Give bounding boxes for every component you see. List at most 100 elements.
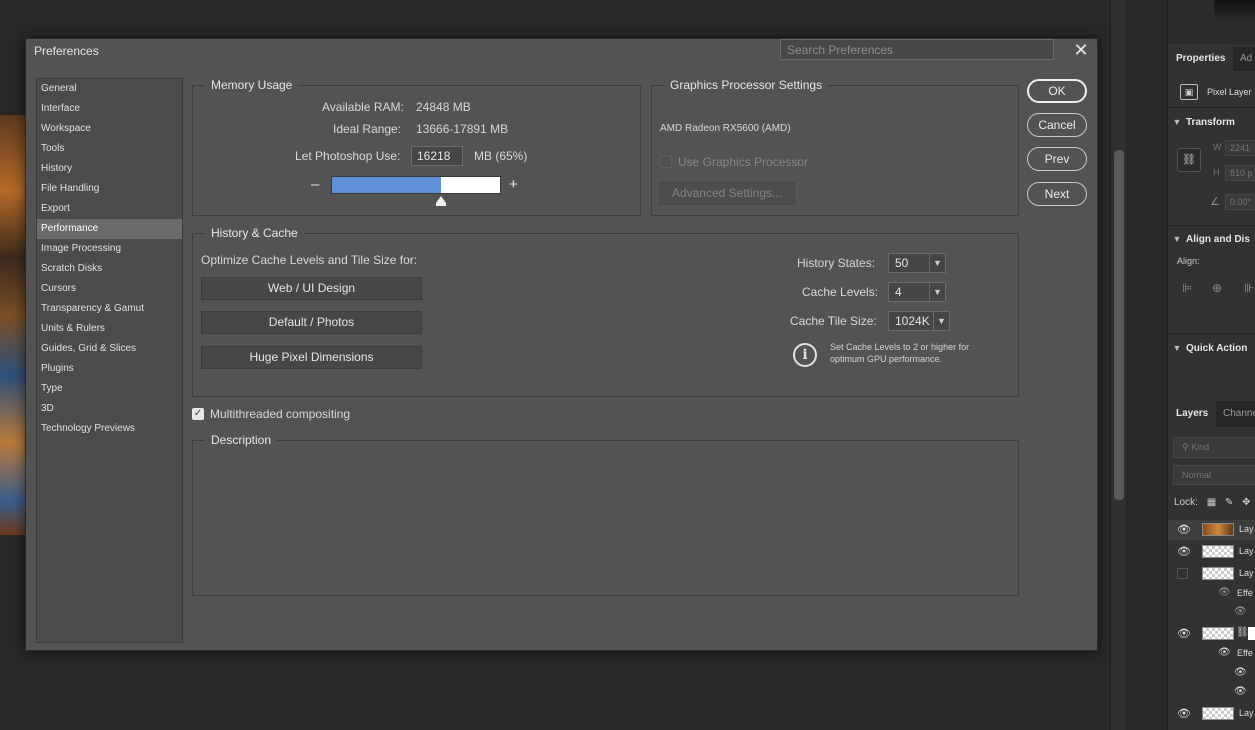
eye-icon[interactable]: 👁 bbox=[1177, 707, 1191, 720]
category-item[interactable]: Performance bbox=[37, 219, 182, 239]
lock-position-icon[interactable]: ✥ bbox=[1242, 497, 1250, 508]
category-item[interactable]: Guides, Grid & Slices bbox=[37, 339, 182, 359]
cache-levels-value: 4 bbox=[895, 285, 902, 299]
cancel-button[interactable]: Cancel bbox=[1027, 113, 1087, 137]
use-gpu-label: Use Graphics Processor bbox=[678, 155, 809, 169]
visibility-toggle[interactable] bbox=[1177, 568, 1188, 579]
category-item[interactable]: Export bbox=[37, 199, 182, 219]
category-item[interactable]: Units & Rulers bbox=[37, 319, 182, 339]
width-field[interactable]: 2241 bbox=[1225, 140, 1255, 156]
layer-name: Lay bbox=[1239, 568, 1254, 578]
category-item[interactable]: Transparency & Gamut bbox=[37, 299, 182, 319]
category-item[interactable]: Image Processing bbox=[37, 239, 182, 259]
blend-mode-select[interactable]: Normal bbox=[1173, 465, 1255, 485]
default-photos-button[interactable]: Default / Photos bbox=[201, 311, 422, 334]
lock-transparent-icon[interactable]: ▦ bbox=[1207, 497, 1216, 508]
eye-icon[interactable]: 👁 bbox=[1177, 523, 1191, 536]
eye-icon[interactable]: 👁 bbox=[1234, 667, 1247, 678]
category-item[interactable]: File Handling bbox=[37, 179, 182, 199]
effect-item-row[interactable]: 👁 bbox=[1168, 683, 1255, 703]
category-item[interactable]: Plugins bbox=[37, 359, 182, 379]
transform-section[interactable]: ▼ Transform bbox=[1168, 117, 1255, 131]
memory-decrease-button[interactable]: – bbox=[311, 177, 319, 192]
align-field-label: Align: bbox=[1177, 256, 1200, 266]
category-item[interactable]: Workspace bbox=[37, 119, 182, 139]
tab-layers[interactable]: Layers bbox=[1168, 401, 1217, 427]
effects-row[interactable]: 👁 Effe bbox=[1168, 584, 1255, 604]
chevron-down-icon: ▼ bbox=[929, 283, 945, 301]
effect-item-row[interactable]: 👁 bbox=[1168, 603, 1255, 623]
cache-tile-size-select[interactable]: 1024K ▼ bbox=[888, 311, 950, 331]
history-states-select[interactable]: 50 ▼ bbox=[888, 253, 946, 273]
image-icon: ▣ bbox=[1180, 84, 1198, 100]
category-item[interactable]: Interface bbox=[37, 99, 182, 119]
effects-row[interactable]: 👁 Effe bbox=[1168, 644, 1255, 664]
link-icon[interactable]: ⛓ bbox=[1177, 148, 1201, 172]
canvas-scrollbar[interactable] bbox=[1110, 0, 1126, 730]
tab-channels[interactable]: Channe bbox=[1215, 401, 1255, 427]
color-swatch[interactable] bbox=[1214, 0, 1255, 22]
align-center-icon[interactable]: ⊕ bbox=[1212, 281, 1222, 295]
lock-brush-icon[interactable]: ✎ bbox=[1225, 497, 1233, 508]
transform-label: Transform bbox=[1186, 117, 1235, 128]
layers-tabbar: Layers Channe bbox=[1168, 401, 1255, 427]
align-right-icon[interactable]: ⊪ bbox=[1244, 281, 1254, 295]
category-item[interactable]: Type bbox=[37, 379, 182, 399]
category-item[interactable]: Tools bbox=[37, 139, 182, 159]
quick-actions-section[interactable]: ▼ Quick Action bbox=[1168, 343, 1255, 357]
prev-button[interactable]: Prev bbox=[1027, 147, 1087, 171]
align-left-icon[interactable]: ⊫ bbox=[1182, 281, 1192, 295]
eye-icon[interactable]: 👁 bbox=[1218, 647, 1231, 658]
scrollbar-thumb[interactable] bbox=[1114, 150, 1124, 500]
cache-tile-size-label: Cache Tile Size: bbox=[790, 314, 877, 328]
height-field[interactable]: 810 p bbox=[1225, 165, 1255, 181]
layer-row[interactable]: 👁 Lay bbox=[1168, 542, 1255, 562]
tab-properties[interactable]: Properties bbox=[1168, 47, 1234, 71]
memory-slider-handle[interactable] bbox=[436, 196, 446, 203]
layer-row[interactable]: 👁 Lay bbox=[1168, 520, 1255, 540]
next-button[interactable]: Next bbox=[1027, 182, 1087, 206]
eye-icon[interactable]: 👁 bbox=[1234, 606, 1247, 617]
category-item[interactable]: Scratch Disks bbox=[37, 259, 182, 279]
tab-adjustments[interactable]: Ad bbox=[1232, 47, 1255, 71]
eye-icon[interactable]: 👁 bbox=[1177, 545, 1191, 558]
eye-icon[interactable]: 👁 bbox=[1234, 686, 1247, 697]
memory-bar-fill bbox=[332, 177, 441, 193]
canvas-image bbox=[0, 115, 25, 535]
layer-row[interactable]: 👁 Lay bbox=[1168, 704, 1255, 724]
effect-item-row[interactable]: 👁 bbox=[1168, 664, 1255, 684]
huge-pixel-dimensions-button[interactable]: Huge Pixel Dimensions bbox=[201, 346, 422, 369]
web-ui-design-button[interactable]: Web / UI Design bbox=[201, 277, 422, 300]
eye-icon[interactable]: 👁 bbox=[1218, 587, 1231, 598]
use-gpu-checkbox[interactable] bbox=[660, 156, 672, 168]
dialog-titlebar: Preferences ✕ bbox=[26, 39, 1097, 65]
pixel-layer-label: Pixel Layer bbox=[1207, 87, 1252, 97]
optimize-label: Optimize Cache Levels and Tile Size for: bbox=[201, 253, 418, 267]
category-item[interactable]: Cursors bbox=[37, 279, 182, 299]
category-item[interactable]: General bbox=[37, 79, 182, 99]
gpu-cache-hint-line1: Set Cache Levels to 2 or higher for bbox=[830, 342, 970, 352]
ok-button[interactable]: OK bbox=[1027, 79, 1087, 103]
memory-bar[interactable] bbox=[331, 176, 501, 194]
align-section[interactable]: ▼ Align and Dis bbox=[1168, 234, 1255, 248]
angle-icon: ∠ bbox=[1210, 196, 1220, 208]
multithreaded-compositing-checkbox[interactable]: ✓ bbox=[192, 408, 204, 420]
layer-thumbnail bbox=[1202, 627, 1234, 640]
available-ram-label: Available RAM: bbox=[322, 100, 404, 114]
angle-field[interactable]: 0.00° bbox=[1225, 194, 1255, 210]
advanced-settings-button[interactable]: Advanced Settings... bbox=[659, 182, 795, 205]
layer-kind-filter[interactable]: ⚲ Kind bbox=[1173, 437, 1255, 458]
gpu-cache-hint: Set Cache Levels to 2 or higher for opti… bbox=[830, 341, 969, 365]
photoshop-use-input[interactable] bbox=[411, 146, 463, 166]
category-item[interactable]: History bbox=[37, 159, 182, 179]
cache-levels-select[interactable]: 4 ▼ bbox=[888, 282, 946, 302]
search-preferences-input[interactable] bbox=[780, 39, 1054, 60]
category-list: General Interface Workspace Tools History Fil… bbox=[36, 78, 183, 643]
category-item[interactable]: Technology Previews bbox=[37, 419, 182, 439]
eye-icon[interactable]: 👁 bbox=[1177, 627, 1191, 640]
category-item[interactable]: 3D bbox=[37, 399, 182, 419]
layer-row[interactable]: 👁 ⛓ bbox=[1168, 624, 1255, 644]
close-icon[interactable]: ✕ bbox=[1071, 40, 1091, 60]
memory-increase-button[interactable]: + bbox=[509, 177, 518, 192]
layer-row[interactable]: Lay bbox=[1168, 564, 1255, 584]
